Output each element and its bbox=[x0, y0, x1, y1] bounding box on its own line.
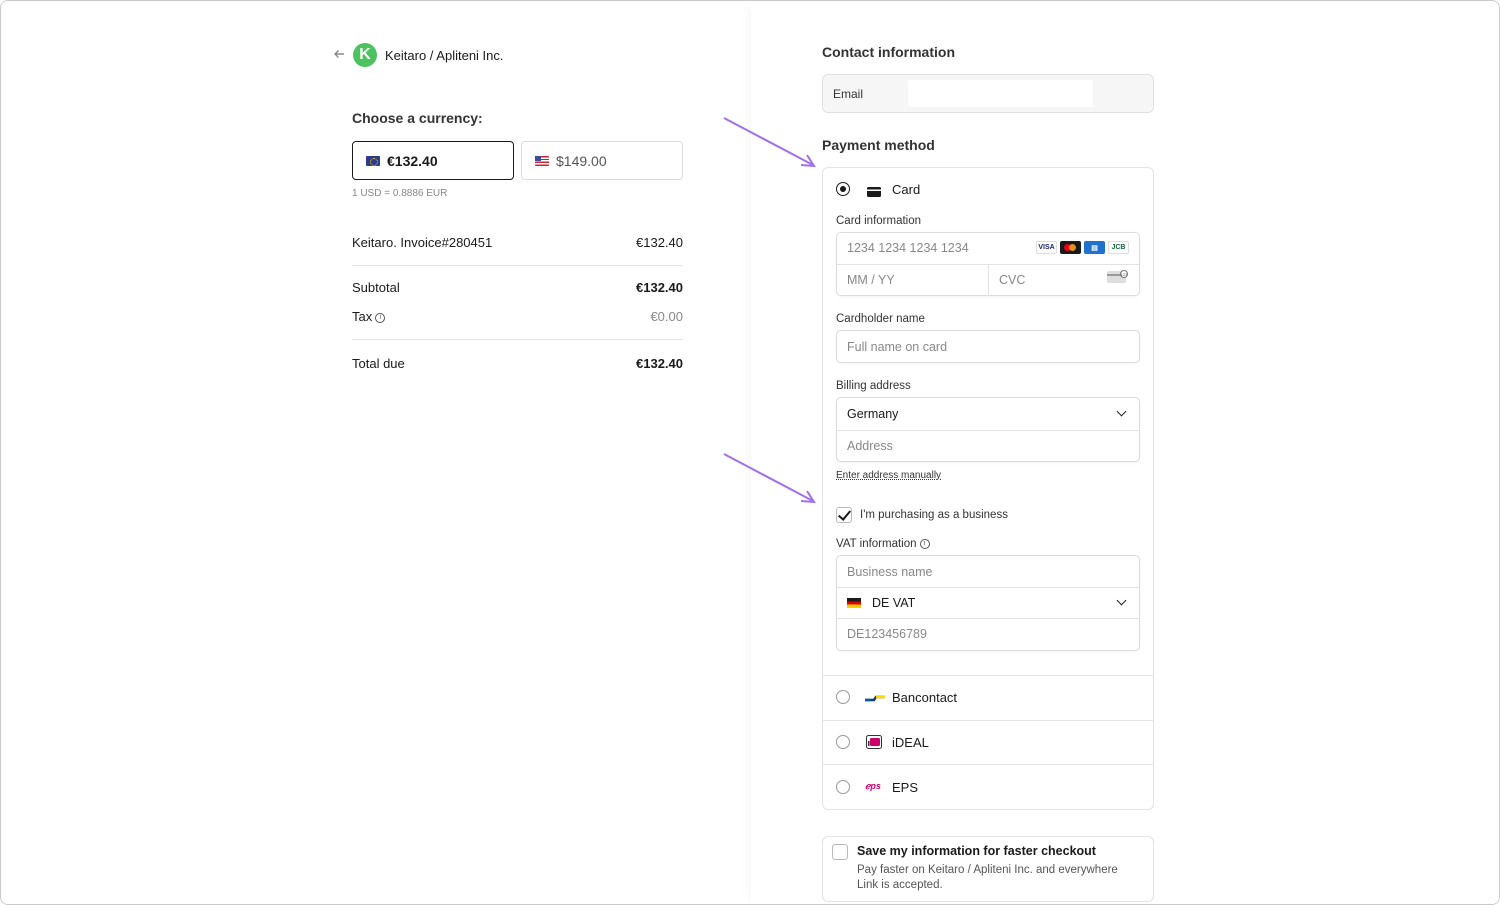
chevron-down-icon[interactable] bbox=[1116, 595, 1127, 606]
line-item-name: Keitaro. Invoice#280451 bbox=[352, 235, 493, 250]
merchant-name: Keitaro / Apliteni Inc. bbox=[385, 47, 504, 63]
save-info-description: Pay faster on Keitaro / Apliteni Inc. an… bbox=[857, 864, 1118, 891]
radio-card[interactable] bbox=[836, 182, 850, 196]
merchant-header: K Keitaro / Apliteni Inc. bbox=[333, 43, 504, 67]
address-input[interactable]: Address bbox=[847, 439, 893, 453]
card-number-input[interactable]: 1234 1234 1234 1234 bbox=[847, 241, 969, 255]
currency-option-eur[interactable]: €132.40 bbox=[352, 141, 514, 180]
expiry-input[interactable]: MM / YY bbox=[847, 273, 895, 287]
payment-method-card-label: Card bbox=[892, 182, 921, 197]
vat-label: VAT information bbox=[836, 538, 917, 550]
cardholder-input[interactable]: Full name on card bbox=[847, 340, 947, 354]
info-icon[interactable]: i bbox=[375, 312, 386, 323]
info-icon[interactable]: i bbox=[919, 538, 930, 549]
email-value[interactable] bbox=[908, 80, 1093, 107]
annotation-arrow-icon bbox=[723, 117, 816, 168]
currency-option-label: $149.00 bbox=[556, 152, 607, 169]
checkout-window: K Keitaro / Apliteni Inc. Choose a curre… bbox=[0, 0, 1500, 905]
tax-amount: €0.00 bbox=[650, 309, 683, 324]
total-amount: €132.40 bbox=[636, 356, 683, 371]
billing-address-group: Germany Address bbox=[836, 397, 1140, 462]
business-name-input[interactable]: Business name bbox=[847, 565, 932, 579]
divider bbox=[823, 764, 1153, 765]
line-item: Keitaro. Invoice#280451 €132.40 bbox=[352, 235, 683, 250]
payment-method-eps-label: EPS bbox=[892, 780, 919, 795]
card-icon bbox=[867, 184, 881, 202]
divider bbox=[837, 587, 1139, 588]
cardholder-label: Cardholder name bbox=[836, 313, 925, 325]
currency-option-usd[interactable]: $149.00 bbox=[521, 141, 683, 180]
divider bbox=[837, 430, 1139, 431]
merchant-logo: K bbox=[353, 43, 377, 67]
divider bbox=[837, 618, 1139, 619]
eps-icon: ℯps bbox=[865, 781, 881, 791]
jcb-icon: JCB bbox=[1108, 241, 1129, 254]
us-flag-icon bbox=[535, 155, 549, 166]
business-checkbox[interactable] bbox=[836, 507, 852, 523]
email-field[interactable]: Email bbox=[822, 74, 1154, 113]
divider bbox=[352, 339, 683, 340]
vat-type-select[interactable]: DE VAT bbox=[872, 596, 915, 610]
annotation-arrow-icon bbox=[723, 453, 816, 504]
tax-label: Tax bbox=[352, 309, 373, 324]
payment-heading: Payment method bbox=[822, 137, 935, 153]
exchange-rate: 1 USD = 0.8886 EUR bbox=[352, 188, 448, 199]
radio-bancontact[interactable] bbox=[836, 690, 850, 704]
divider bbox=[352, 265, 683, 266]
tax-row: Tax i €0.00 bbox=[352, 309, 683, 324]
business-checkbox-label: I'm purchasing as a business bbox=[860, 509, 1008, 521]
visa-icon: VISA bbox=[1036, 241, 1057, 254]
save-info-checkbox[interactable] bbox=[832, 844, 848, 860]
payment-method-bancontact-label: Bancontact bbox=[892, 690, 958, 705]
card-input-group: 1234 1234 1234 1234 VISA ▤ JCB MM / YY C… bbox=[836, 232, 1140, 296]
payment-method-ideal-label: iDEAL bbox=[892, 735, 929, 750]
line-item-amount: €132.40 bbox=[636, 235, 683, 250]
order-summary-pane bbox=[1, 1, 751, 904]
arrow-left-icon[interactable] bbox=[333, 47, 345, 63]
subtotal-amount: €132.40 bbox=[636, 280, 683, 295]
currency-heading: Choose a currency: bbox=[352, 110, 483, 126]
cvc-card-icon: 123 bbox=[1107, 270, 1129, 289]
cardholder-field: Full name on card bbox=[836, 330, 1140, 363]
mastercard-icon bbox=[1060, 241, 1081, 254]
enter-address-manually-link[interactable]: Enter address manually bbox=[836, 470, 941, 481]
currency-option-label: €132.40 bbox=[387, 152, 438, 169]
save-info-title: Save my information for faster checkout bbox=[857, 844, 1096, 858]
divider bbox=[988, 264, 989, 296]
chevron-down-icon[interactable] bbox=[1116, 406, 1127, 417]
total-row: Total due €132.40 bbox=[352, 356, 683, 371]
svg-text:123: 123 bbox=[1121, 272, 1128, 277]
card-info-label: Card information bbox=[836, 215, 922, 227]
divider bbox=[823, 675, 1153, 676]
bancontact-icon bbox=[865, 691, 885, 709]
subtotal-row: Subtotal €132.40 bbox=[352, 280, 683, 295]
subtotal-label: Subtotal bbox=[352, 280, 400, 295]
vat-number-input[interactable]: DE123456789 bbox=[847, 627, 927, 641]
billing-label: Billing address bbox=[836, 380, 911, 392]
radio-eps[interactable] bbox=[836, 780, 850, 794]
divider bbox=[823, 720, 1153, 721]
country-select[interactable]: Germany bbox=[847, 407, 898, 421]
ideal-icon bbox=[866, 735, 882, 754]
vat-group: Business name DE VAT DE123456789 bbox=[836, 555, 1140, 651]
cvc-input[interactable]: CVC bbox=[999, 273, 1025, 287]
card-brands: VISA ▤ JCB bbox=[1036, 241, 1129, 254]
total-label: Total due bbox=[352, 356, 405, 371]
de-flag-icon bbox=[847, 598, 861, 608]
radio-ideal[interactable] bbox=[836, 735, 850, 749]
vat-label-row: VAT information i bbox=[836, 538, 930, 550]
email-label: Email bbox=[833, 86, 864, 101]
contact-heading: Contact information bbox=[822, 44, 955, 60]
eu-flag-icon bbox=[366, 155, 380, 166]
amex-icon: ▤ bbox=[1084, 241, 1105, 254]
